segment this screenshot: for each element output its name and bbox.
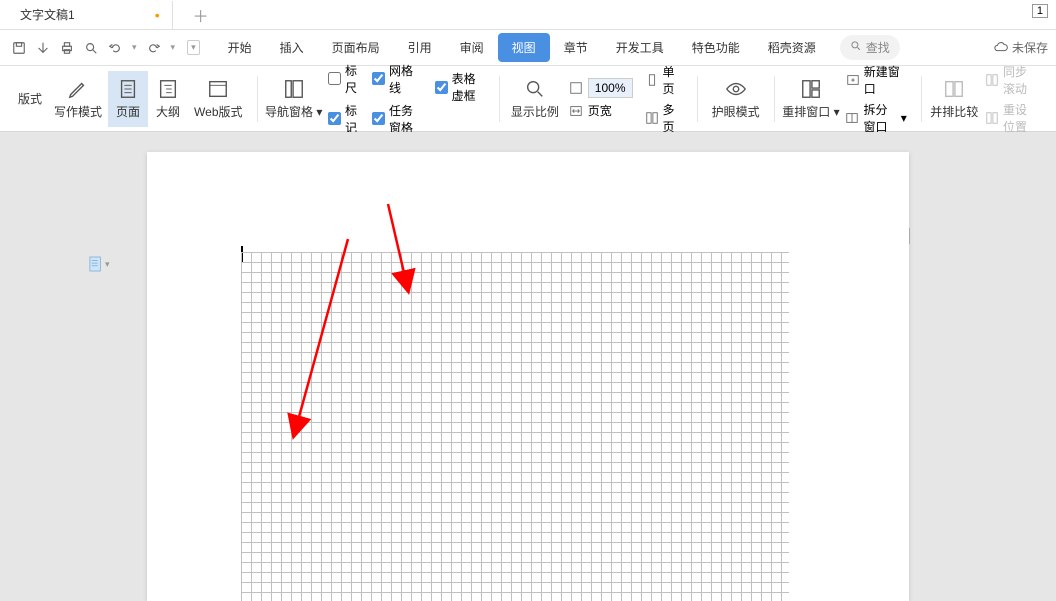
- print-icon[interactable]: [58, 39, 76, 57]
- document-name: 文字文稿1: [20, 6, 75, 23]
- show-scale-button[interactable]: 显示比例: [508, 71, 562, 127]
- output-icon[interactable]: [34, 39, 52, 57]
- window-number-badge[interactable]: 1: [1032, 4, 1048, 18]
- gridlines-area: [241, 252, 789, 601]
- compare-icon: [942, 77, 966, 101]
- search-placeholder: 查找: [866, 39, 890, 56]
- document-tab-bar: 文字文稿1 • ＋ 1: [0, 0, 1056, 30]
- pencil-icon: [66, 77, 90, 101]
- search-box[interactable]: 查找: [840, 35, 900, 60]
- tab-start[interactable]: 开始: [214, 33, 266, 62]
- arrange-icon: [799, 77, 823, 101]
- tab-resources[interactable]: 稻壳资源: [754, 33, 830, 62]
- preview-icon[interactable]: [82, 39, 100, 57]
- markup-checkbox[interactable]: 标记: [328, 102, 360, 136]
- canvas-area[interactable]: ▾: [0, 132, 1056, 601]
- search-icon: [850, 40, 862, 55]
- web-view-button[interactable]: Web版式: [188, 71, 248, 127]
- group-eye: 护眼模式: [698, 66, 774, 131]
- group-nav: 导航窗格 ▾ 标尺 标记 网格线 任务窗格 表格虚框: [257, 66, 499, 131]
- eye-icon: [724, 77, 748, 101]
- single-page-icon: [645, 72, 659, 88]
- group-zoom: 显示比例 100% 页宽 单页 多页: [500, 66, 697, 131]
- save-status-text: 未保存: [1012, 39, 1048, 56]
- nav-pane-icon: [282, 77, 306, 101]
- web-icon: [206, 77, 230, 101]
- sync-scroll-button: 同步滚动: [985, 63, 1038, 97]
- margin-marker: [909, 228, 910, 244]
- undo-icon[interactable]: [106, 39, 124, 57]
- page-options-icon[interactable]: ▾: [89, 256, 110, 272]
- tab-view[interactable]: 视图: [498, 33, 550, 62]
- magnifier-icon: [523, 77, 547, 101]
- outline-icon: [156, 77, 180, 101]
- group-compare: 并排比较 同步滚动 重设位置: [922, 66, 1052, 131]
- save-icon[interactable]: [10, 39, 28, 57]
- menu-tabs: 开始 插入 页面布局 引用 审阅 视图 章节 开发工具 特色功能 稻壳资源: [214, 33, 830, 62]
- percent-icon: [568, 80, 584, 96]
- single-page-button[interactable]: 单页: [645, 63, 683, 97]
- save-status[interactable]: 未保存: [994, 39, 1048, 56]
- eye-mode-button[interactable]: 护眼模式: [706, 71, 766, 127]
- group-view-mode: 版式 写作模式 页面 大纲 Web版式: [4, 66, 257, 131]
- ruler-checkbox[interactable]: 标尺: [328, 62, 360, 96]
- tableframe-checkbox[interactable]: 表格虚框: [435, 70, 486, 104]
- undo-dropdown-icon[interactable]: ▾: [130, 42, 139, 53]
- tab-section[interactable]: 章节: [550, 33, 602, 62]
- new-window-button[interactable]: 新建窗口: [845, 63, 906, 97]
- taskpane-checkbox[interactable]: 任务窗格: [372, 102, 423, 136]
- qat-customize-dropdown[interactable]: ▾: [187, 40, 200, 55]
- gridlines-checkbox[interactable]: 网格线: [372, 62, 423, 96]
- page-width-button[interactable]: 页宽: [568, 102, 633, 119]
- new-tab-button[interactable]: ＋: [185, 0, 217, 31]
- zoom-percent-button[interactable]: 100%: [568, 78, 633, 98]
- sync-scroll-icon: [985, 72, 999, 88]
- redo-dropdown-icon[interactable]: ▾: [169, 42, 178, 53]
- group-windows: 重排窗口 ▾ 新建窗口 拆分窗口 ▾: [774, 66, 920, 131]
- chevron-down-icon: ▾: [105, 259, 110, 270]
- side-by-side-button: 并排比较: [930, 71, 979, 127]
- document-page[interactable]: ▾: [147, 152, 909, 601]
- layout-stub-button[interactable]: 版式: [12, 71, 48, 127]
- tab-review[interactable]: 审阅: [446, 33, 498, 62]
- split-window-icon: [845, 110, 859, 126]
- split-window-button[interactable]: 拆分窗口 ▾: [845, 101, 906, 135]
- unsaved-dot-icon: •: [155, 7, 160, 23]
- tab-features[interactable]: 特色功能: [678, 33, 754, 62]
- ribbon: 版式 写作模式 页面 大纲 Web版式 导航窗格 ▾ 标尺 标记 网格: [0, 66, 1056, 132]
- reset-icon: [985, 110, 999, 126]
- redo-icon[interactable]: [145, 39, 163, 57]
- new-window-icon: [845, 72, 859, 88]
- page-icon: [116, 77, 140, 101]
- reset-position-button: 重设位置: [985, 101, 1038, 135]
- cloud-icon: [994, 41, 1008, 55]
- outline-view-button[interactable]: 大纲: [148, 71, 188, 127]
- multi-page-icon: [645, 110, 659, 126]
- page-view-button[interactable]: 页面: [108, 71, 148, 127]
- quick-access-toolbar: ▾ ▾ ▾: [4, 39, 206, 57]
- document-tab[interactable]: 文字文稿1 •: [8, 1, 173, 29]
- arrange-windows-button[interactable]: 重排窗口 ▾: [782, 71, 839, 127]
- writing-mode-button[interactable]: 写作模式: [48, 71, 108, 127]
- nav-pane-button[interactable]: 导航窗格 ▾: [265, 71, 322, 127]
- tab-insert[interactable]: 插入: [266, 33, 318, 62]
- multi-page-button[interactable]: 多页: [645, 101, 683, 135]
- width-icon: [568, 103, 584, 119]
